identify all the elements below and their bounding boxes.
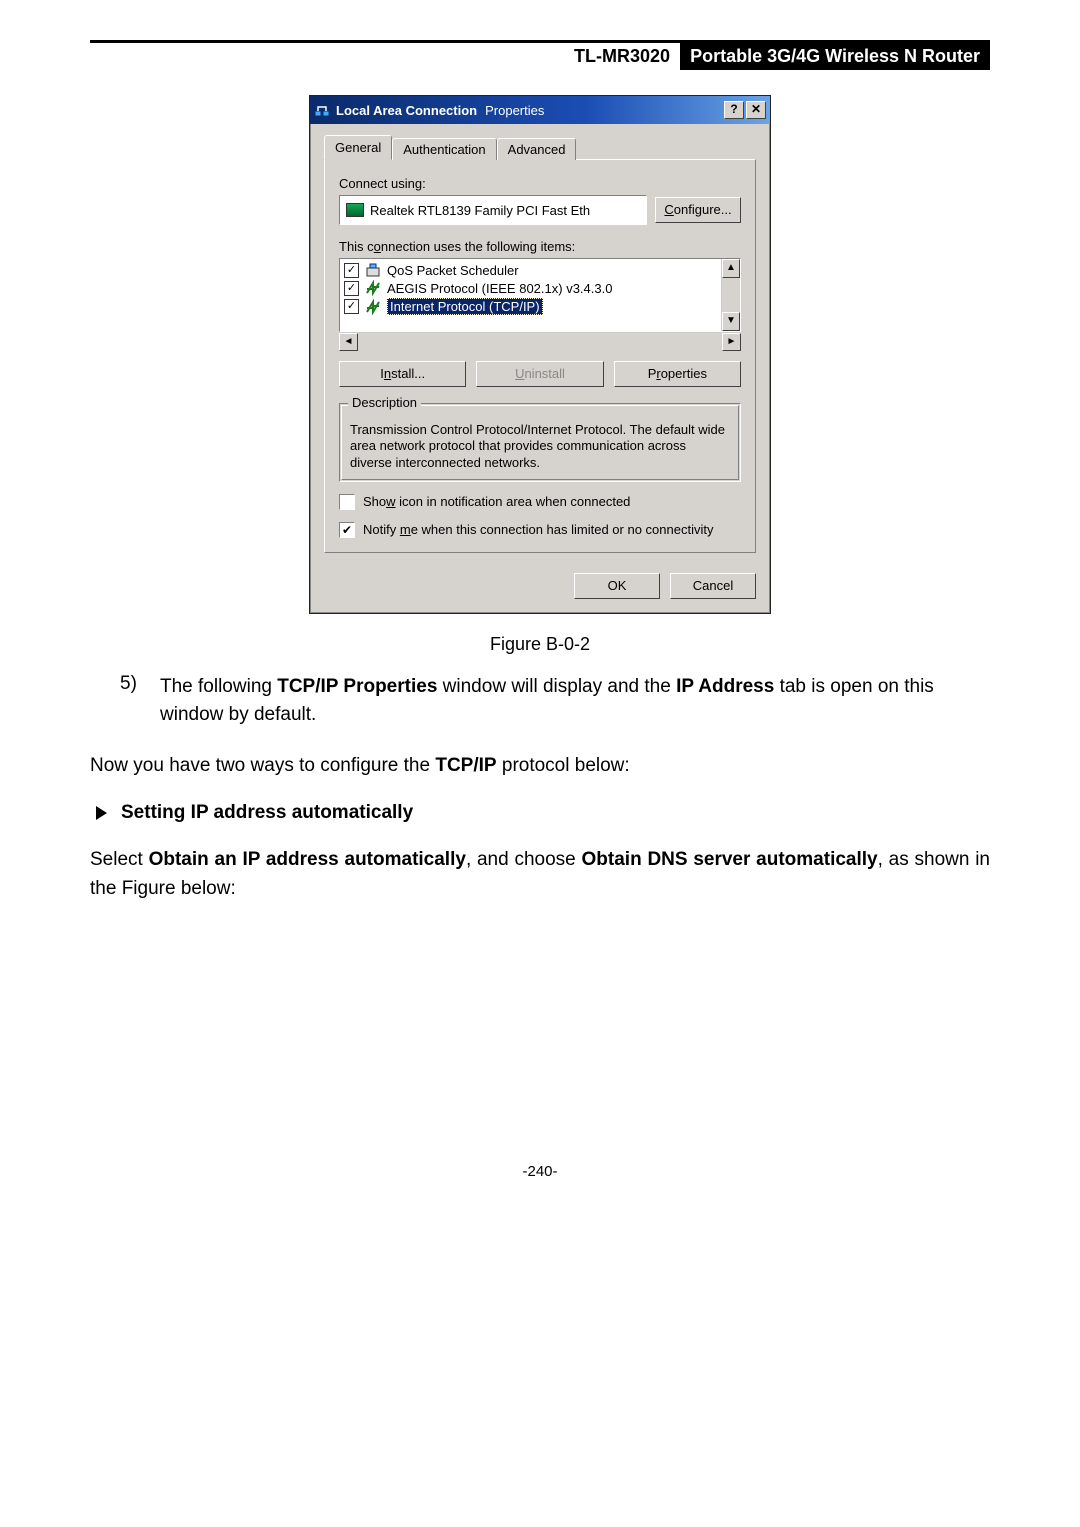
group-legend: Description bbox=[348, 395, 421, 410]
tab-authentication[interactable]: Authentication bbox=[392, 138, 496, 160]
close-button[interactable]: ✕ bbox=[746, 101, 766, 119]
protocol-icon bbox=[365, 299, 381, 315]
vertical-scrollbar[interactable]: ▲ ▼ bbox=[721, 259, 740, 331]
qos-icon bbox=[365, 262, 381, 278]
item-label: AEGIS Protocol (IEEE 802.1x) v3.4.3.0 bbox=[387, 281, 612, 296]
help-button[interactable]: ? bbox=[724, 101, 744, 119]
adapter-name: Realtek RTL8139 Family PCI Fast Eth bbox=[370, 203, 590, 218]
list-item[interactable]: ✓ QoS Packet Scheduler bbox=[342, 261, 719, 279]
model-label: TL-MR3020 bbox=[544, 43, 680, 70]
uninstall-button[interactable]: Uninstall bbox=[476, 361, 603, 387]
scroll-left-icon[interactable]: ◄ bbox=[339, 333, 358, 351]
list-item[interactable]: ✓ Internet Protocol (TCP/IP) bbox=[342, 297, 719, 316]
connect-using-label: Connect using: bbox=[339, 176, 741, 191]
product-label: Portable 3G/4G Wireless N Router bbox=[680, 43, 990, 70]
heading-text: Setting IP address automatically bbox=[121, 802, 413, 824]
checkbox-icon[interactable] bbox=[339, 494, 355, 510]
show-icon-checkbox[interactable]: Show icon in notification area when conn… bbox=[339, 494, 741, 510]
ok-button[interactable]: OK bbox=[574, 573, 660, 599]
nic-icon bbox=[346, 203, 364, 217]
adapter-field: Realtek RTL8139 Family PCI Fast Eth bbox=[339, 195, 647, 225]
tab-advanced[interactable]: Advanced bbox=[497, 138, 577, 160]
protocol-icon bbox=[365, 280, 381, 296]
title-sub: Properties bbox=[485, 103, 544, 118]
configure-button[interactable]: Configure... bbox=[655, 197, 741, 223]
items-list[interactable]: ✓ QoS Packet Scheduler ✓ AEGIS Protocol … bbox=[339, 258, 741, 332]
select-text: Select Obtain an IP address automaticall… bbox=[90, 846, 990, 903]
checkbox-icon[interactable]: ✓ bbox=[344, 281, 359, 296]
checkbox-icon[interactable]: ✓ bbox=[344, 299, 359, 314]
titlebar: Local Area Connection Properties ? ✕ bbox=[310, 96, 770, 124]
page-header: TL-MR3020 Portable 3G/4G Wireless N Rout… bbox=[90, 43, 990, 70]
list-item[interactable]: ✓ AEGIS Protocol (IEEE 802.1x) v3.4.3.0 bbox=[342, 279, 719, 297]
cancel-button[interactable]: Cancel bbox=[670, 573, 756, 599]
properties-dialog: Local Area Connection Properties ? ✕ Gen… bbox=[309, 95, 771, 614]
connection-icon bbox=[314, 102, 330, 118]
step-5: 5) The following TCP/IP Properties windo… bbox=[120, 673, 990, 730]
notify-checkbox[interactable]: ✔ Notify me when this connection has lim… bbox=[339, 522, 741, 538]
configure-text: onfigure... bbox=[674, 202, 732, 217]
show-icon-label: Show icon in notification area when conn… bbox=[363, 494, 630, 509]
bullet-arrow-icon bbox=[96, 806, 107, 820]
tab-body: Connect using: Realtek RTL8139 Family PC… bbox=[324, 159, 756, 553]
item-label: Internet Protocol (TCP/IP) bbox=[387, 298, 543, 315]
checkbox-icon[interactable]: ✓ bbox=[344, 263, 359, 278]
title-main: Local Area Connection bbox=[336, 103, 477, 118]
item-label: QoS Packet Scheduler bbox=[387, 263, 519, 278]
notify-label: Notify me when this connection has limit… bbox=[363, 522, 713, 537]
figure-caption: Figure B-0-2 bbox=[90, 634, 990, 655]
description-text: Transmission Control Protocol/Internet P… bbox=[350, 422, 730, 471]
scroll-down-icon[interactable]: ▼ bbox=[722, 312, 740, 331]
scroll-right-icon[interactable]: ► bbox=[722, 333, 741, 351]
tab-general[interactable]: General bbox=[324, 135, 392, 160]
scroll-up-icon[interactable]: ▲ bbox=[722, 259, 740, 278]
tabstrip: General Authentication Advanced bbox=[324, 134, 756, 159]
checkbox-icon[interactable]: ✔ bbox=[339, 522, 355, 538]
two-ways-text: Now you have two ways to configure the T… bbox=[90, 752, 990, 781]
properties-button[interactable]: Properties bbox=[614, 361, 741, 387]
page-number: -240- bbox=[90, 1163, 990, 1180]
step-number: 5) bbox=[120, 673, 148, 730]
items-label: This connection uses the following items… bbox=[339, 239, 741, 254]
description-group: Description Transmission Control Protoco… bbox=[339, 403, 741, 482]
install-button[interactable]: Install... bbox=[339, 361, 466, 387]
heading-auto: Setting IP address automatically bbox=[96, 802, 990, 824]
horizontal-scrollbar[interactable]: ◄ ► bbox=[339, 332, 741, 351]
